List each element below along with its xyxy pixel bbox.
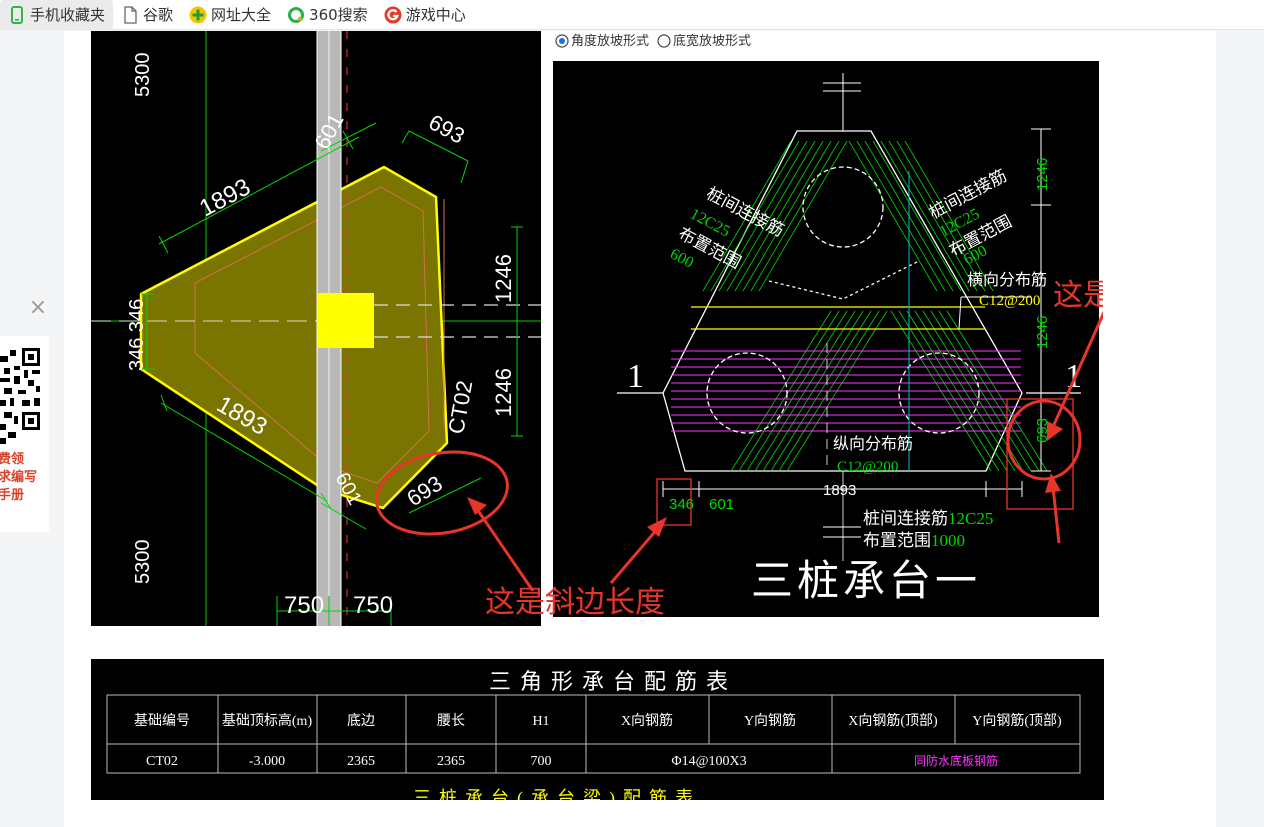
bookmark-360-search[interactable]: 360搜索 [279,0,376,30]
bookmark-google[interactable]: 谷歌 [113,0,181,30]
annotation-vertical-distance: 这是垂直距离 [1053,278,1103,313]
bookmark-site-directory[interactable]: 网址大全 [181,0,279,30]
bookmark-label: 网址大全 [211,6,272,24]
rebar-table-image: 三角形承台配筋表 基础编号 基础顶标高(m) 底边 腰长 H1 X向钢筋 Y向钢… [91,659,1104,800]
drawing-title: 三桩承台一 [751,559,981,605]
bookmark-label: 谷歌 [143,6,174,24]
bookmark-label: 360搜索 [309,6,368,24]
header-side-length: 腰长 [437,713,465,729]
radio-angle-slope[interactable]: 角度放坡形式 [571,33,649,48]
cell-side-length: 2365 [437,754,465,769]
section-mark-right: 1 [1065,358,1082,395]
table-title: 三角形承台配筋表 [489,669,737,694]
close-icon[interactable]: × [28,297,48,319]
bottom-connecting-bar-name: 桩间连接筋 [863,509,948,528]
transverse-distribution-bar-spec: C12@200 [979,293,1040,309]
cell-top-elevation: -3.000 [249,754,285,769]
longitudinal-distribution-bar-spec: C12@200 [837,459,898,475]
dim-601: 601 [709,496,734,513]
bottom-layout-range-label: 布置范围1000 [863,531,965,550]
header-y-rebar-top: Y向钢筋(顶部) [972,712,1062,729]
qr-code-icon [0,346,42,446]
dim-1246-top: 1246 [1034,158,1051,191]
ad-text: 费领 求编写 手册 [0,452,38,503]
dim-5300-bottom: 5300 [132,540,154,585]
dim-1893: 1893 [823,482,856,499]
dim-346-left: 346 346 [126,299,148,371]
transverse-distribution-bar-label: 横向分布筋 [967,271,1047,289]
bookmark-bar: 手机收藏夹 谷歌 网址大全 360搜索 游戏中心 [0,0,1264,30]
bookmark-label: 游戏中心 [405,6,466,24]
header-x-rebar-top: X向钢筋(顶部) [848,712,938,729]
cell-base-length: 2365 [347,754,375,769]
section-mark-left: 1 [627,358,644,395]
bookmark-label: 手机收藏夹 [30,6,106,24]
cad-drawing-image: 5300 5300 601 693 1893 346 346 1246 1246… [91,31,1103,626]
bookmark-mobile-favorites[interactable]: 手机收藏夹 [0,0,114,30]
header-y-rebar: Y向钢筋 [744,712,796,729]
next-table-title: 三桩承台(承台梁)配筋表 [413,788,701,800]
bottom-layout-range-name: 布置范围 [863,531,931,550]
dim-750-right: 750 [353,592,393,619]
cell-h1: 700 [531,754,552,769]
bottom-connecting-bar-spec: 12C25 [948,509,993,528]
header-x-rebar: X向钢筋 [621,712,673,729]
bottom-connecting-bar-label: 桩间连接筋12C25 [863,509,993,528]
dim-5300-top: 5300 [132,53,154,98]
dim-346: 346 [669,496,694,513]
plus-circle-icon [189,6,207,23]
dim-750-left: 750 [284,592,324,619]
cap-preview-dialog: 角度放坡形式 底宽放坡形式 桩间连接筋 12C25 布置范围 600 桩间连接筋… [541,31,1103,626]
page-icon [124,5,137,24]
cell-xy-rebar: Φ14@100X3 [671,754,746,769]
header-foundation-id: 基础编号 [134,712,190,729]
floating-ad[interactable]: 费领 求编写 手册 [0,336,49,532]
360-search-icon [288,6,305,23]
annotation-slope-length: 这是斜边长度 [485,585,665,620]
dim-1246-lower: 1246 [491,368,516,417]
cell-top-rebar: 同防水底板钢筋 [914,753,998,768]
header-h1: H1 [532,714,549,729]
header-top-elevation: 基础顶标高(m) [222,712,313,729]
cell-foundation-id: CT02 [146,754,178,769]
radio-bottom-width-slope[interactable]: 底宽放坡形式 [673,33,751,48]
dim-1246-middle: 1246 [1034,316,1051,349]
phone-icon [11,5,23,24]
bottom-layout-range-value: 1000 [931,531,965,550]
game-center-icon [384,6,402,23]
header-base-length: 底边 [347,713,375,729]
longitudinal-distribution-bar-label: 纵向分布筋 [833,435,913,453]
bookmark-game-center[interactable]: 游戏中心 [376,0,474,30]
dim-1246-upper: 1246 [491,254,516,303]
